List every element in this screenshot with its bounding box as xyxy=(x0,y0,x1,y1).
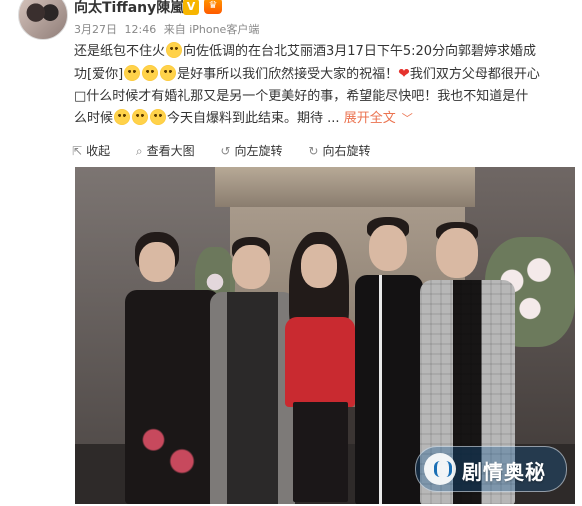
expand-full-text-link[interactable]: 展开全文 xyxy=(344,111,396,126)
weibo-post: 向太Tiffany陳嵐 V ♛ 3月27日 12:46 来自 iPhone客户端… xyxy=(0,0,582,506)
content-text-2c: 我们双方父母都很开心 xyxy=(409,67,540,82)
rotate-left-icon: ↺ xyxy=(220,144,231,158)
post-source: 来自 iPhone客户端 xyxy=(163,23,260,36)
laugh-emoji-icon xyxy=(132,109,149,125)
collapse-label: 收起 xyxy=(86,144,111,158)
laugh-cry-emoji-icon xyxy=(166,42,183,58)
collapse-button[interactable]: ⇱ 收起 xyxy=(72,142,110,159)
avatar[interactable] xyxy=(18,0,68,40)
view-large-label: 查看大图 xyxy=(146,144,195,158)
watermark-badge: 剧情奥秘 xyxy=(415,446,567,492)
vip-badge-icon: ♛ xyxy=(204,0,222,14)
chevron-down-icon[interactable]: ﹀ xyxy=(402,112,413,125)
post-time[interactable]: 12:46 xyxy=(125,23,157,36)
post-meta: 3月27日 12:46 来自 iPhone客户端 xyxy=(74,21,263,37)
author-name[interactable]: 向太Tiffany陳嵐 xyxy=(74,0,184,17)
laugh-emoji-icon xyxy=(160,65,177,81)
laugh-emoji-icon xyxy=(150,109,167,125)
post-content: 还是纸包不住火 向佐低调的在台北艾丽酒3月17日下午5:20分向郭碧婷求婚成 功[… xyxy=(74,41,574,130)
post-header: 向太Tiffany陳嵐 V ♛ 3月27日 12:46 来自 iPhone客户端 xyxy=(0,0,582,40)
post-date[interactable]: 3月27日 xyxy=(74,23,117,36)
image-toolbar: ⇱ 收起 ⌕ 查看大图 ↺ 向左旋转 ↻ 向右旋转 xyxy=(72,142,392,160)
laugh-emoji-icon xyxy=(124,65,141,81)
content-text-2b: 是好事所以我们欣然接受大家的祝福！ xyxy=(177,67,399,82)
laugh-emoji-icon xyxy=(114,109,131,125)
zoom-icon: ⌕ xyxy=(135,144,143,158)
post-photo[interactable]: 剧情奥秘 xyxy=(75,167,575,504)
photo-ceiling xyxy=(215,167,475,207)
logo-icon xyxy=(424,453,456,485)
laugh-emoji-icon xyxy=(142,65,159,81)
rotate-left-label: 向左旋转 xyxy=(234,144,283,158)
content-text-1b: 向佐低调的在台北艾丽酒3月17日下午5:20分向郭碧婷求婚成 xyxy=(183,44,537,59)
watermark-text: 剧情奥秘 xyxy=(462,460,546,484)
rotate-left-button[interactable]: ↺ 向左旋转 xyxy=(220,142,282,159)
heart-icon: ❤ xyxy=(398,66,410,82)
rotate-right-icon: ↻ xyxy=(308,144,319,158)
content-text-1: 还是纸包不住火 xyxy=(74,44,166,59)
rotate-right-label: 向右旋转 xyxy=(322,144,371,158)
content-text-4a: 么时候 xyxy=(74,111,114,126)
collapse-icon: ⇱ xyxy=(72,144,83,158)
view-large-image-button[interactable]: ⌕ 查看大图 xyxy=(136,142,195,159)
content-text-4b: 今天自爆料到此结束。期待 ... xyxy=(167,111,340,126)
verified-badge-icon: V xyxy=(183,0,199,15)
content-text-2a: 功[爱你] xyxy=(74,67,124,82)
rotate-right-button[interactable]: ↻ 向右旋转 xyxy=(308,142,370,159)
content-text-3: □什么时候才有婚礼那又是另一个更美好的事，希望能尽快吧！我也不知道是什 xyxy=(74,89,529,104)
